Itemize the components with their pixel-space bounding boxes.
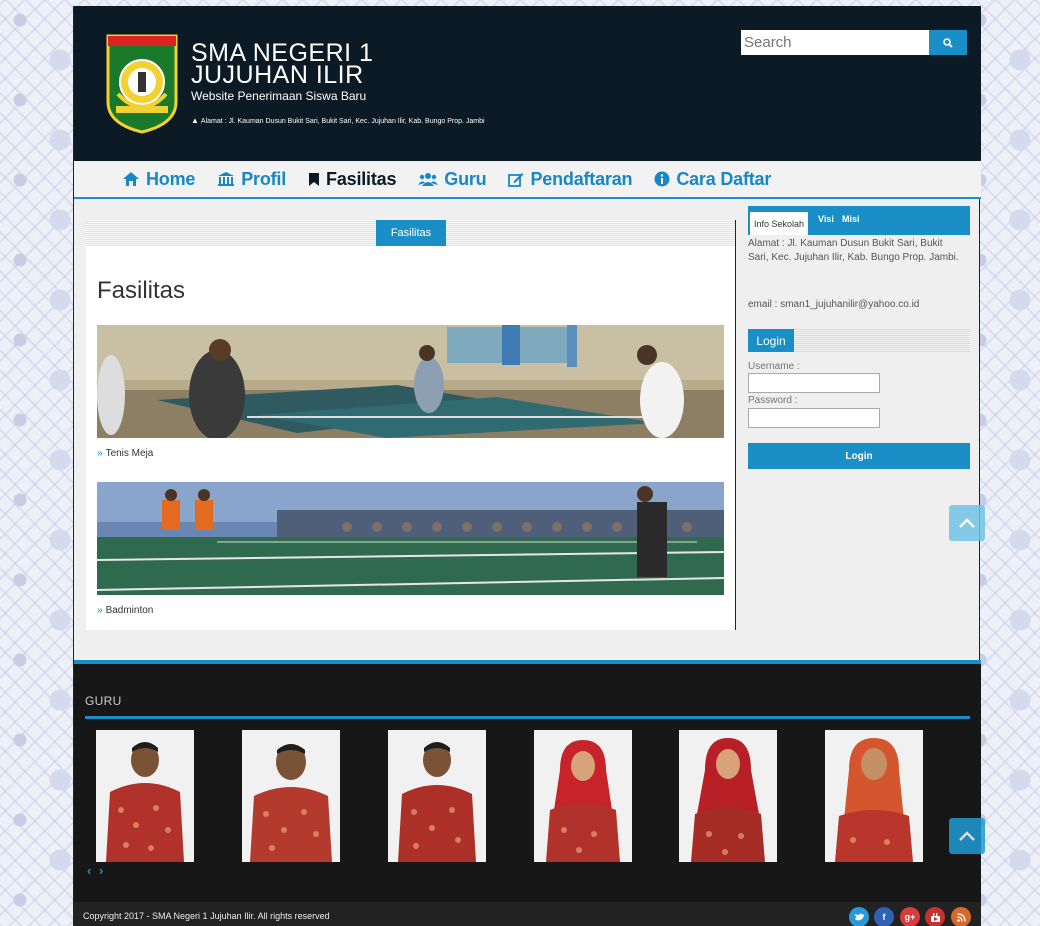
- warning-icon: ▲: [191, 116, 199, 125]
- facility-caption-label: Tenis Meja: [105, 448, 154, 459]
- main-content: Fasilitas Fasilitas » Tenis Meja » Badmi…: [86, 220, 736, 630]
- nav-pendaftaran-label: Pendaftaran: [530, 168, 633, 189]
- content-divider: [735, 220, 736, 630]
- chevron-up-icon: [959, 831, 975, 841]
- teacher-photo[interactable]: [679, 730, 777, 862]
- school-info-text: Alamat : Jl. Kauman Dusun Bukit Sari, Bu…: [748, 238, 959, 263]
- facility-photo-badminton[interactable]: [97, 482, 724, 595]
- facility-caption[interactable]: » Badminton: [97, 605, 153, 616]
- main-nav: Home Profil Fasilitas Guru Pendaftaran C…: [74, 161, 981, 199]
- nav-guru[interactable]: Guru: [418, 168, 487, 190]
- site-tagline: Website Penerimaan Siswa Baru: [191, 89, 367, 103]
- facebook-icon[interactable]: f: [874, 907, 894, 926]
- section-header: Fasilitas: [86, 220, 736, 246]
- address-text: Alamat : Jl. Kauman Dusun Bukit Sari, Bu…: [200, 118, 485, 125]
- guru-title: GURU: [85, 694, 122, 708]
- teacher-photo[interactable]: [534, 730, 632, 862]
- facility-photo-table-tennis[interactable]: [97, 325, 724, 438]
- edit-icon: [508, 172, 524, 187]
- teacher-photo[interactable]: [388, 730, 486, 862]
- teacher-photo[interactable]: [825, 730, 923, 862]
- page-title: Fasilitas: [97, 277, 186, 304]
- site-header: SMA NEGERI 1 JUJUHAN ILIR Website Peneri…: [74, 6, 981, 161]
- password-label: Password :: [748, 395, 798, 406]
- users-icon: [418, 172, 439, 186]
- search-button[interactable]: [929, 30, 967, 55]
- nav-profil-label: Profil: [241, 168, 287, 189]
- back-to-top-button[interactable]: [949, 505, 985, 541]
- page-frame: SMA NEGERI 1 JUJUHAN ILIR Website Peneri…: [73, 6, 981, 926]
- tab-misi[interactable]: Misi: [842, 214, 860, 224]
- school-title-line2: JUJUHAN ILIR: [191, 61, 364, 89]
- nav-guru-label: Guru: [444, 168, 487, 189]
- school-logo[interactable]: [104, 32, 180, 134]
- school-title[interactable]: SMA NEGERI 1 JUJUHAN ILIR: [191, 41, 373, 89]
- info-tabs: Info Sekolah Visi Misi: [748, 206, 970, 235]
- teacher-photo[interactable]: [96, 730, 194, 862]
- nav-pendaftaran[interactable]: Pendaftaran: [508, 168, 633, 190]
- tab-info-sekolah[interactable]: Info Sekolah: [750, 212, 809, 235]
- facility-caption-label: Badminton: [105, 605, 154, 616]
- school-email: email : sman1_jujuhanilir@yahoo.co.id: [748, 299, 920, 310]
- copyright-bar: Copyright 2017 - SMA Negeri 1 Jujuhan Il…: [74, 902, 981, 926]
- login-header: Login: [748, 329, 970, 352]
- nav-fasilitas[interactable]: Fasilitas: [308, 169, 396, 190]
- password-field[interactable]: [748, 408, 880, 428]
- bullet-icon: »: [97, 605, 103, 616]
- carousel-prev-button[interactable]: ‹: [87, 863, 91, 878]
- institution-icon: [218, 172, 235, 186]
- home-icon: [123, 172, 139, 186]
- nav-cara-daftar[interactable]: Cara Daftar: [654, 169, 771, 190]
- twitter-icon[interactable]: [849, 907, 869, 926]
- nav-profil[interactable]: Profil: [217, 169, 286, 190]
- guru-section: GURU ‹ ›: [74, 660, 981, 902]
- nav-cara-daftar-label: Cara Daftar: [676, 168, 772, 189]
- youtube-icon[interactable]: [925, 907, 945, 926]
- guru-divider: [85, 716, 970, 719]
- tab-visi[interactable]: Visi: [818, 214, 834, 224]
- nav-fasilitas-label: Fasilitas: [326, 168, 397, 189]
- username-field[interactable]: [748, 373, 880, 393]
- login-button[interactable]: Login: [748, 443, 970, 469]
- bookmark-icon: [309, 172, 320, 186]
- nav-home-label: Home: [146, 168, 196, 189]
- search-icon: [943, 37, 953, 48]
- google-plus-icon[interactable]: g+: [900, 907, 920, 926]
- back-to-top-button[interactable]: [949, 818, 985, 854]
- site-address: ▲ Alamat : Jl. Kauman Dusun Bukit Sari, B…: [191, 116, 485, 125]
- search-input[interactable]: [741, 30, 929, 55]
- login-title: Login: [748, 329, 794, 352]
- teacher-photo[interactable]: [242, 730, 340, 862]
- chevron-up-icon: [959, 518, 975, 528]
- facility-caption[interactable]: » Tenis Meja: [97, 448, 153, 459]
- username-label: Username :: [748, 361, 800, 372]
- info-circle-icon: [654, 171, 670, 187]
- copyright-text: Copyright 2017 - SMA Negeri 1 Jujuhan Il…: [83, 911, 330, 921]
- carousel-next-button[interactable]: ›: [99, 863, 103, 878]
- section-tab: Fasilitas: [376, 220, 446, 246]
- bullet-icon: »: [97, 448, 103, 459]
- nav-home[interactable]: Home: [122, 169, 195, 190]
- rss-icon[interactable]: [951, 907, 971, 926]
